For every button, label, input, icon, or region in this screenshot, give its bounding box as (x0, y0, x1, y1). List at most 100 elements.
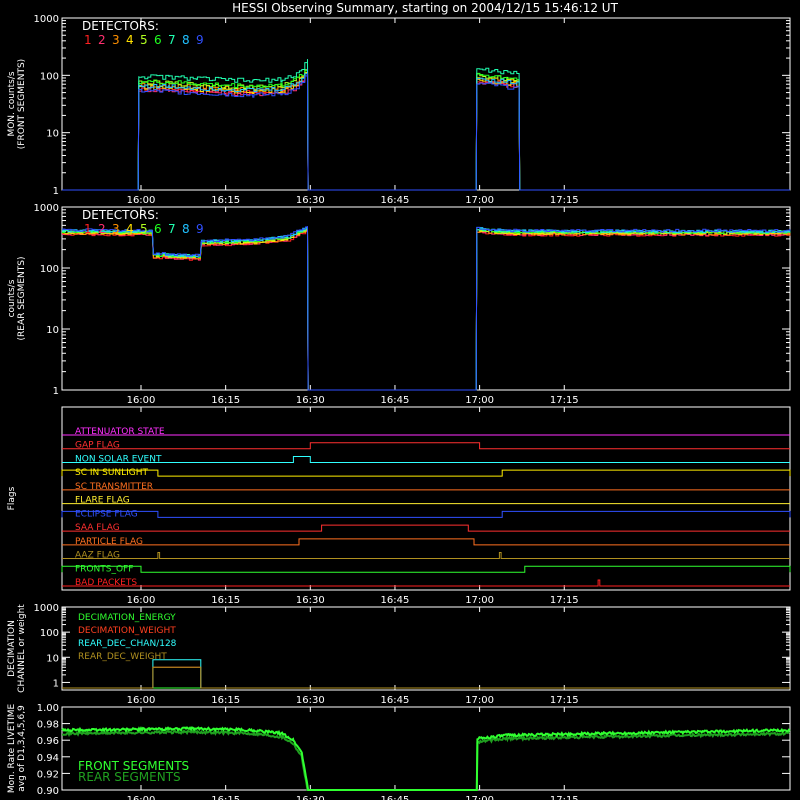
flag-trace (61, 565, 791, 573)
rear-detector-4-series (62, 228, 791, 391)
front-ylabel: (FRONT SEGMENTS) (17, 59, 27, 149)
rear-xtick-label: 16:00 (127, 395, 156, 406)
decimation-series (62, 666, 790, 689)
livetime-ylabel: Mon. Rate LIVETIME (7, 704, 17, 794)
rear-legend-item: 9 (196, 222, 204, 236)
livetime-ytick-label: 0.96 (37, 736, 59, 747)
observing-summary-figure: HESSI Observing Summary, starting on 200… (7, 1, 791, 800)
livetime-xtick-label: 16:15 (211, 795, 240, 800)
front-xtick-label: 17:15 (550, 195, 579, 206)
livetime-ytick-label: 0.90 (37, 786, 59, 797)
decimation-legend-item: REAR_DEC_WEIGHT (78, 652, 167, 662)
flags-xtick-label: 17:15 (550, 595, 579, 606)
front-panel: 16:00 16:15 16:30 16:45 17:00 17:15 1 10 100 1000… (7, 14, 791, 206)
decimation-legend-item: DECIMATION_ENERGY (78, 613, 176, 623)
rear-legend-item: 1 (84, 222, 92, 236)
rear-ytick-label: 1 (53, 386, 59, 397)
decimation-ylabel: DECIMATION (7, 620, 17, 677)
front-ylabel: MON. counts/s (7, 71, 17, 136)
decimation-ytick-label: 1 (53, 678, 59, 689)
rear-detector-3-series (62, 229, 791, 391)
livetime-xtick-label: 16:45 (381, 795, 410, 800)
front-legend-item: 3 (112, 33, 120, 47)
decimation-xtick-label: 17:00 (465, 695, 494, 706)
livetime-panel: 16:00 16:15 16:30 16:45 17:00 17:15 0.90 0.92 0.… (7, 703, 791, 800)
front-xtick-label: 16:00 (127, 195, 156, 206)
rear-xtick-label: 16:15 (211, 395, 240, 406)
front-ytick-label: 1000 (34, 14, 59, 25)
flags-panel: 16:00 16:15 16:30 16:45 17:00 17:15FlagsATTEN… (7, 406, 791, 606)
rear-ylabel: (REAR SEGMENTS) (17, 256, 27, 340)
flags-xtick-label: 16:30 (296, 595, 325, 606)
rear-xtick-label: 17:15 (550, 395, 579, 406)
rear-legend-item: 2 (98, 222, 106, 236)
rear-ylabel: counts/s (7, 279, 17, 317)
front-ytick-label: 10 (46, 129, 59, 140)
front-detector-3-series (62, 67, 790, 191)
flags-xtick-label: 16:00 (127, 595, 156, 606)
decimation-legend-item: DECIMATION_WEIGHT (78, 626, 176, 636)
front-legend-item: 2 (98, 33, 106, 47)
front-xtick-label: 17:00 (465, 195, 494, 206)
front-detector-2-series (62, 72, 790, 191)
rear-xtick-label: 16:30 (296, 395, 325, 406)
flag-trace (62, 579, 790, 587)
livetime-xtick-label: 16:00 (127, 795, 156, 800)
rear-legend-item: 6 (154, 222, 162, 236)
rear-legend-item: 5 (140, 222, 148, 236)
front-detector-9-series (62, 73, 790, 191)
front-xtick-label: 16:45 (381, 195, 410, 206)
front-legend-item: 7 (168, 33, 176, 47)
front-xtick-label: 16:30 (296, 195, 325, 206)
decimation-xtick-label: 16:45 (381, 695, 410, 706)
figure-title: HESSI Observing Summary, starting on 200… (232, 1, 618, 15)
front-legend-item: 9 (196, 33, 204, 47)
flag-trace (61, 510, 791, 518)
decimation-legend-item: REAR_DEC_CHAN/128 (78, 639, 177, 649)
decimation-xtick-label: 16:30 (296, 695, 325, 706)
flags-ylabel: Flags (7, 486, 17, 510)
rear-legend-item: 8 (182, 222, 190, 236)
decimation-xtick-label: 17:15 (550, 695, 579, 706)
flag-trace (62, 455, 790, 463)
decimation-panel: 16:00 16:15 16:30 16:45 17:00 17:15 1 10 100 1000… (7, 603, 791, 706)
rear-ytick-label: 10 (46, 325, 59, 336)
livetime-legend-item: REAR SEGMENTS (78, 770, 181, 784)
flags-xtick-label: 17:00 (465, 595, 494, 606)
rear-legend-item: 4 (126, 222, 134, 236)
rear-detector-8-series (62, 226, 791, 391)
rear-detector-9-series (62, 226, 791, 391)
decimation-ytick-label: 10 (46, 653, 59, 664)
flag-trace (61, 469, 791, 477)
rear-detector-6-series (62, 227, 791, 391)
flag-trace (62, 524, 790, 532)
front-ytick-label: 100 (40, 71, 59, 82)
livetime-xtick-label: 17:00 (465, 795, 494, 800)
decimation-series (62, 659, 790, 689)
front-detector-6-series (62, 64, 790, 191)
decimation-ytick-label: 1000 (34, 603, 59, 614)
flag-trace (62, 552, 790, 560)
rear-xtick-label: 16:45 (381, 395, 410, 406)
livetime-ytick-label: 0.94 (37, 753, 59, 764)
front-legend-item: 1 (84, 33, 92, 47)
rear-detector-7-series (62, 227, 791, 391)
front-legend-title: DETECTORS: (82, 19, 159, 33)
rear-detector-5-series (62, 228, 791, 391)
front-legend-item: 8 (182, 33, 190, 47)
decimation-xtick-label: 16:00 (127, 695, 156, 706)
front-ytick-label: 1 (53, 186, 59, 197)
livetime-ytick-label: 1.00 (37, 703, 59, 714)
decimation-ylabel: CHANNEL or weight (17, 604, 27, 693)
front-legend-item: 4 (126, 33, 134, 47)
livetime-ytick-label: 0.92 (37, 769, 59, 780)
front-detector-7-series (62, 59, 790, 191)
rear-legend-item: 7 (168, 222, 176, 236)
front-xtick-label: 16:15 (211, 195, 240, 206)
livetime-xtick-label: 16:30 (296, 795, 325, 800)
livetime-xtick-label: 17:15 (550, 795, 579, 800)
flag-trace (62, 538, 790, 546)
flag-trace (62, 442, 790, 450)
rear-ytick-label: 1000 (34, 203, 59, 214)
rear-legend-title: DETECTORS: (82, 208, 159, 222)
